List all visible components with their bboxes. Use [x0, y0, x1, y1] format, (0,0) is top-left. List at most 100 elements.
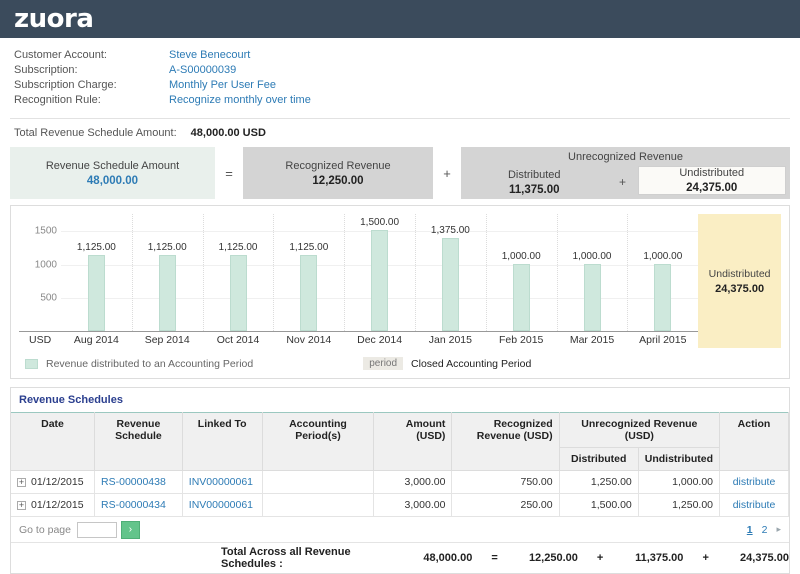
cell-amount: 3,000.00 — [373, 470, 453, 494]
table-header-row: Date Revenue Schedule Linked To Accounti… — [11, 412, 789, 471]
revenue-schedule-amount-box: Revenue Schedule Amount 48,000.00 — [10, 147, 215, 199]
chart-vertical-gridline — [202, 214, 204, 331]
detail-row-subscription-charge: Subscription Charge: Monthly Per User Fe… — [14, 78, 790, 93]
table-row: +01/12/2015 RS-00000438 INV00000061 3,000.0… — [11, 470, 789, 494]
col-amount: Amount (USD) — [373, 412, 453, 471]
cell-undistributed: 1,000.00 — [638, 470, 721, 494]
customer-account-link[interactable]: Steve Benecourt — [169, 48, 250, 63]
recognized-revenue-box: Recognized Revenue 12,250.00 — [243, 147, 433, 199]
chart-bar[interactable] — [512, 263, 530, 331]
chart-y-tick-label: 1500 — [34, 225, 57, 237]
goto-page-input[interactable] — [76, 521, 117, 538]
linked-to-link[interactable]: INV00000061 — [189, 499, 253, 511]
detail-label: Customer Account: — [14, 49, 107, 61]
table-row: +01/12/2015 RS-00000434 INV00000061 3,000.0… — [11, 493, 789, 517]
detail-label: Subscription: — [14, 64, 78, 76]
app-header: zuora — [0, 0, 800, 38]
unrecognized-revenue-title: Unrecognized Revenue — [568, 151, 683, 163]
legend-label-closed-period: Closed Accounting Period — [411, 357, 532, 370]
detail-label: Recognition Rule: — [14, 94, 101, 106]
detail-label: Subscription Charge: — [14, 79, 117, 91]
box-value: 11,375.00 — [508, 183, 560, 196]
chart-bar[interactable] — [229, 255, 247, 331]
chart-vertical-gridline — [485, 214, 487, 331]
revenue-schedule-link[interactable]: RS-00000438 — [101, 476, 166, 488]
chart-y-tick-label: 500 — [40, 292, 57, 304]
next-page-arrow-icon[interactable]: ▸ — [776, 524, 781, 535]
chart-x-tick-label: April 2015 — [639, 334, 687, 346]
cell-action: distribute — [719, 470, 789, 494]
grand-total-equals: = — [491, 552, 498, 564]
box-title: Revenue Schedule Amount — [45, 159, 180, 172]
distribute-link[interactable]: distribute — [733, 499, 776, 511]
chart-x-tick-label: Mar 2015 — [569, 334, 615, 346]
page-link-1[interactable]: 1 — [747, 524, 753, 536]
cell-distributed: 1,500.00 — [559, 493, 639, 517]
chart-undistributed-value: 24,375.00 — [715, 282, 765, 295]
revenue-schedule-link[interactable]: RS-00000434 — [101, 499, 166, 511]
grand-total-undistributed: 24,375.00 — [740, 552, 789, 564]
cell-action: distribute — [719, 493, 789, 517]
chart-x-tick-label: Feb 2015 — [499, 334, 544, 346]
chart-bar[interactable] — [87, 255, 105, 331]
total-label: Total Revenue Schedule Amount: — [14, 127, 177, 139]
chart-x-tick-label: Aug 2014 — [73, 334, 119, 346]
revenue-schedules-table: Date Revenue Schedule Linked To Accounti… — [11, 412, 789, 517]
go-button[interactable]: › — [120, 520, 140, 539]
chart-undistributed-band: Undistributed 24,375.00 — [698, 214, 781, 348]
distribute-link[interactable]: distribute — [733, 476, 776, 488]
expand-row-icon[interactable]: + — [17, 477, 26, 487]
page-link-2[interactable]: 2 — [762, 524, 768, 536]
chart-vertical-gridline — [344, 214, 346, 331]
chart-vertical-gridline — [273, 214, 275, 331]
cell-linked-to: INV00000061 — [182, 493, 263, 517]
cell-distributed: 1,250.00 — [559, 470, 639, 494]
grand-total-plus-1: + — [596, 552, 604, 564]
revenue-equation-summary: Revenue Schedule Amount 48,000.00 = Reco… — [10, 147, 790, 199]
cell-revenue-schedule: RS-00000438 — [94, 470, 183, 494]
col-recognized-revenue: Recognized Revenue (USD) — [451, 412, 560, 471]
subscription-charge-link[interactable]: Monthly Per User Fee — [169, 78, 276, 93]
chart-bar[interactable] — [371, 229, 389, 331]
cell-date: +01/12/2015 — [11, 470, 96, 494]
zuora-logo: zuora — [14, 4, 94, 34]
chart-bar[interactable] — [583, 263, 601, 331]
cell-revenue-schedule: RS-00000434 — [94, 493, 183, 517]
chart-vertical-gridline — [556, 214, 558, 331]
subscription-link[interactable]: A-S00000039 — [169, 63, 236, 78]
row-date: 01/12/2015 — [31, 499, 84, 511]
chart-x-tick-label: Oct 2014 — [216, 334, 260, 346]
plus-operator: + — [443, 165, 451, 181]
grand-total-recognized: 12,250.00 — [528, 552, 578, 564]
chart-bar[interactable] — [441, 238, 459, 331]
grand-total-label: Total Across all Revenue Schedules : — [221, 546, 351, 570]
cell-recognized-revenue: 750.00 — [451, 470, 560, 494]
chart-vertical-gridline — [415, 214, 416, 331]
grand-total-distributed: 11,375.00 — [635, 552, 684, 564]
chart-legend: Revenue distributed to an Accounting Per… — [11, 349, 789, 378]
chart-bar[interactable] — [300, 255, 318, 331]
col-accounting-periods: Accounting Period(s) — [262, 412, 375, 471]
box-value: 24,375.00 — [686, 182, 738, 194]
revenue-distribution-chart: 1,125.00 1,125.00 1,125.00 1,125.00 1,500.00… — [10, 205, 790, 379]
chart-gridline — [61, 230, 781, 232]
undistributed-box: Undistributed 24,375.00 — [637, 166, 786, 195]
linked-to-link[interactable]: INV00000061 — [189, 476, 253, 488]
chart-vertical-gridline — [131, 214, 133, 331]
cell-date: +01/12/2015 — [11, 493, 96, 517]
chart-bar-value-label: 1,000.00 — [572, 250, 612, 262]
revenue-schedules-title: Revenue Schedules — [11, 388, 789, 412]
cell-accounting-periods — [262, 493, 375, 517]
cell-accounting-periods — [262, 470, 375, 494]
chart-bar[interactable] — [654, 263, 672, 331]
expand-row-icon[interactable]: + — [17, 500, 26, 510]
chart-bar[interactable] — [158, 255, 176, 331]
col-date: Date — [11, 412, 96, 471]
col-action: Action — [719, 412, 789, 471]
account-detail-fields: Customer Account: Steve Benecourt Subscr… — [10, 38, 790, 112]
recognition-rule-link[interactable]: Recognize monthly over time — [169, 93, 311, 108]
chart-bar-value-label: 1,125.00 — [76, 242, 116, 254]
box-value: 12,250.00 — [312, 174, 364, 187]
box-title: Distributed — [507, 168, 561, 181]
col-distributed: Distributed — [559, 447, 639, 471]
